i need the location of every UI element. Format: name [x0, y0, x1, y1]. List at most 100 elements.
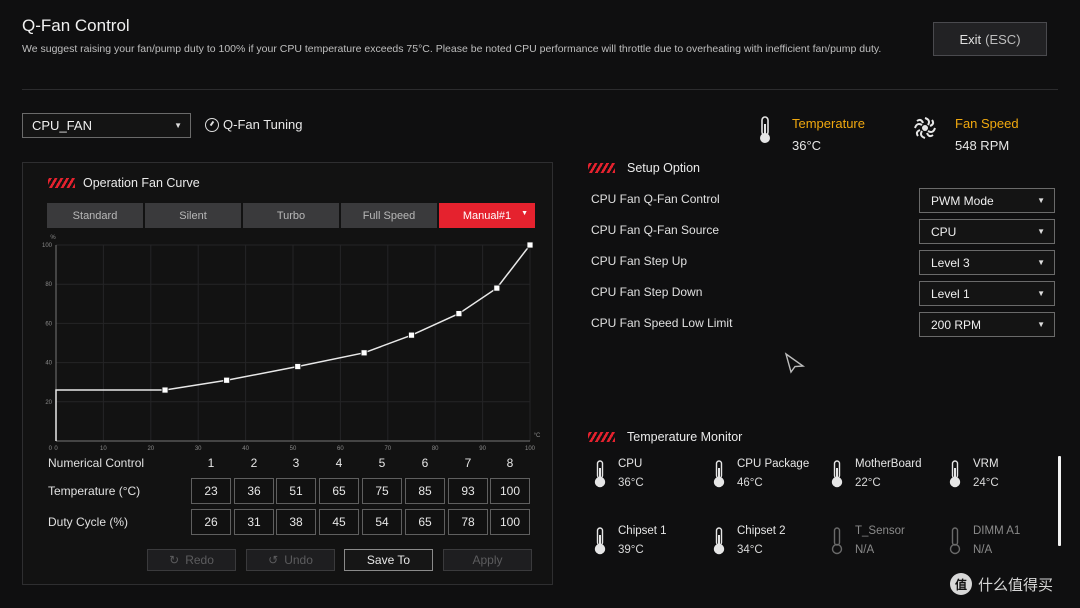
y-tick-label: 40: [45, 361, 52, 367]
curve-point[interactable]: [526, 241, 534, 249]
x-tick-label: 80: [432, 446, 439, 452]
qfan-source-value: CPU: [931, 224, 957, 239]
step-down-select[interactable]: Level 1 ▼: [919, 281, 1055, 306]
chevron-down-icon: ▼: [1037, 196, 1045, 205]
qfan-source-select[interactable]: CPU ▼: [919, 219, 1055, 244]
duty-input-1[interactable]: 26: [191, 509, 231, 535]
monitor-item-text: MotherBoard 22°C: [855, 458, 921, 489]
temperature-input-6[interactable]: 85: [405, 478, 445, 504]
speed-low-limit-value: 200 RPM: [931, 317, 982, 332]
qfan-control-select[interactable]: PWM Mode ▼: [919, 188, 1055, 213]
monitor-item: DIMM A1 N/A: [949, 525, 1020, 556]
apply-button[interactable]: Apply: [443, 549, 532, 571]
thermometer-icon: [831, 527, 843, 555]
option-label-qfan-control: CPU Fan Q-Fan Control: [591, 192, 720, 206]
point-index-7: 7: [464, 456, 472, 470]
qfan-control-value: PWM Mode: [931, 193, 994, 208]
monitor-item-value: 39°C: [618, 544, 644, 556]
chevron-down-icon: ▼: [1037, 289, 1045, 298]
watermark-logo: 值: [950, 573, 972, 595]
temperature-stat-value: 36°C: [792, 138, 822, 153]
curve-point[interactable]: [493, 284, 501, 292]
option-label-qfan-source: CPU Fan Q-Fan Source: [591, 223, 720, 237]
header-divider: [22, 89, 1058, 90]
temperature-input-2[interactable]: 36: [234, 478, 274, 504]
x-unit-label: °C: [534, 433, 541, 439]
curve-point[interactable]: [455, 310, 463, 318]
x-tick-label: 0: [54, 446, 58, 452]
monitor-item-name: T_Sensor: [855, 525, 905, 537]
thermometer-icon: [949, 527, 961, 555]
duty-input-3[interactable]: 38: [276, 509, 316, 535]
thermometer-icon: [760, 116, 770, 143]
curve-point[interactable]: [360, 349, 368, 357]
temperature-stat: Temperature 36°C: [792, 116, 865, 153]
temperature-input-1[interactable]: 23: [191, 478, 231, 504]
y-unit-label: %: [50, 235, 56, 241]
y-tick-label: 100: [42, 243, 53, 249]
duty-input-5[interactable]: 54: [362, 509, 402, 535]
duty-input-2[interactable]: 31: [234, 509, 274, 535]
redo-icon: ↻: [169, 553, 180, 567]
x-tick-label: 40: [242, 446, 249, 452]
monitor-scrollbar[interactable]: [1058, 456, 1061, 546]
temperature-input-3[interactable]: 51: [276, 478, 316, 504]
apply-label: Apply: [472, 553, 503, 567]
gauge-icon: [205, 117, 219, 132]
step-up-select[interactable]: Level 3 ▼: [919, 250, 1055, 275]
y-tick-label: 20: [45, 400, 52, 406]
curve-point[interactable]: [223, 376, 231, 384]
curve-point[interactable]: [408, 331, 415, 339]
redo-button[interactable]: ↻ Redo: [147, 549, 236, 571]
fan-speed-stat-label: Fan Speed: [955, 116, 1019, 131]
curve-point[interactable]: [161, 386, 169, 394]
speed-low-limit-select[interactable]: 200 RPM ▼: [919, 312, 1055, 337]
thermometer-icon: [594, 527, 606, 555]
qfan-tuning-button[interactable]: Q-Fan Tuning: [205, 117, 303, 132]
thermometer-icon: [949, 460, 961, 488]
x-tick-label: 50: [290, 446, 297, 452]
origin-tick-label: 0: [49, 446, 53, 452]
thermometer-icon: [594, 460, 606, 488]
thermometer-icon: [831, 460, 843, 488]
monitor-item-text: Chipset 2 34°C: [737, 525, 786, 556]
undo-button[interactable]: ↺ Undo: [246, 549, 335, 571]
temperature-input-8[interactable]: 100: [490, 478, 530, 504]
monitor-item-value: 24°C: [973, 477, 999, 489]
thermometer-icon: [713, 527, 725, 555]
monitor-item-text: Chipset 1 39°C: [618, 525, 667, 556]
mouse-cursor-icon: [784, 352, 806, 374]
chevron-down-icon: ▼: [1037, 320, 1045, 329]
monitor-item: CPU 36°C: [594, 458, 644, 489]
page-subtitle: We suggest raising your fan/pump duty to…: [22, 43, 882, 55]
point-index-3: 3: [292, 456, 300, 470]
y-tick-label: 80: [45, 282, 52, 288]
fan-header-select[interactable]: CPU_FAN ▼: [22, 113, 191, 138]
duty-input-8[interactable]: 100: [490, 509, 530, 535]
exit-button[interactable]: Exit (ESC): [933, 22, 1047, 56]
monitor-item-value: N/A: [973, 544, 993, 556]
fan-speed-stat: Fan Speed 548 RPM: [955, 116, 1019, 153]
point-index-8: 8: [506, 456, 514, 470]
point-index-5: 5: [378, 456, 386, 470]
duty-input-4[interactable]: 45: [319, 509, 359, 535]
monitor-item-value: 22°C: [855, 477, 881, 489]
qfan-tuning-label: Q-Fan Tuning: [223, 117, 303, 132]
curve-point[interactable]: [294, 363, 302, 370]
save-to-button[interactable]: Save To: [344, 549, 433, 571]
duty-input-6[interactable]: 65: [405, 509, 445, 535]
thermometer-icon: [713, 460, 725, 488]
monitor-item-name: VRM: [973, 458, 999, 470]
temperature-input-4[interactable]: 65: [319, 478, 359, 504]
temperature-input-5[interactable]: 75: [362, 478, 402, 504]
save-to-label: Save To: [366, 553, 411, 567]
monitor-item-value: 34°C: [737, 544, 763, 556]
temperature-input-7[interactable]: 93: [448, 478, 488, 504]
point-index-4: 4: [335, 456, 343, 470]
monitor-item-name: CPU Package: [737, 458, 810, 470]
fan-curve-chart[interactable]: 0 10 20 30 40 50 60 70 80 90 100 20 40 60 80 100 0% °C: [23, 163, 554, 463]
monitor-item: Chipset 2 34°C: [713, 525, 786, 556]
duty-input-7[interactable]: 78: [448, 509, 488, 535]
exit-label: Exit: [959, 31, 982, 47]
watermark-text: 什么值得买: [978, 576, 1054, 594]
